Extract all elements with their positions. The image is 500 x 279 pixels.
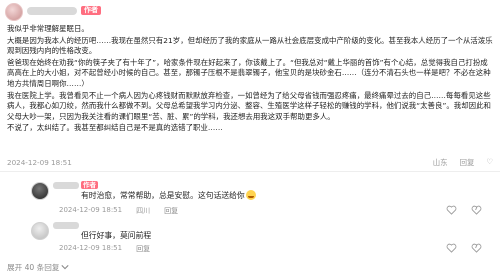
reply-text: 有时治愈，常常帮助，总是安慰。这句话送给你 xyxy=(81,190,256,201)
post-date: 2024-12-09 18:51 xyxy=(7,158,72,167)
reply-button[interactable]: 回复 xyxy=(136,244,150,254)
reply-username-redacted[interactable] xyxy=(53,182,79,189)
post-paragraph: 大概是因为我本人的经历吧……我现在虽然只有21岁，但却经历了我的家庭从一路从社会… xyxy=(7,35,493,56)
avatar[interactable] xyxy=(5,3,23,21)
dislike-icon[interactable] xyxy=(470,204,482,216)
dislike-icon[interactable] xyxy=(470,242,482,254)
reply-author-badge: 作者 xyxy=(81,181,98,189)
post-paragraph: 我在医院上学。我曾看见不止一个病人因为心疼钱财而默默放弃检查，一如曾经为了给父母… xyxy=(7,90,491,121)
reply-avatar[interactable] xyxy=(31,182,49,200)
post-paragraph: 爸爸现在始终在劝我“你的筷子夹了有十年了”，哈家条件现在好起来了，你该戴上了。“… xyxy=(7,57,491,88)
reply-date: 2024-12-09 18:51 xyxy=(59,244,123,252)
post-paragraph: 我似乎非常理解星眠日。 xyxy=(7,24,89,33)
reply-avatar[interactable] xyxy=(31,222,49,240)
divider xyxy=(0,171,500,172)
reply-text-content: 但行好事，莫问前程 xyxy=(81,231,152,240)
reply-date: 2024-12-09 18:51 xyxy=(59,206,123,214)
author-badge: 作者 xyxy=(81,6,101,15)
heart-icon[interactable] xyxy=(445,242,457,254)
reply-actions xyxy=(445,204,482,216)
expand-replies-label: 展开 40 条回复 xyxy=(7,263,60,272)
chevron-down-icon xyxy=(61,263,70,272)
post-reply-button[interactable]: 回复 xyxy=(460,157,475,168)
reply-actions xyxy=(445,242,482,254)
post-actions: 山东 回复 ♡ xyxy=(433,157,493,168)
expand-replies-button[interactable]: 展开 40 条回复 xyxy=(7,262,70,273)
reply-location: 四川 xyxy=(136,207,151,215)
post-like-button[interactable]: ♡ xyxy=(486,157,493,168)
heart-icon[interactable] xyxy=(445,204,457,216)
post-paragraph: 不说了，太纠结了。我甚至都纠结自己是不是真的选错了职业…… xyxy=(7,123,223,133)
post-body: 我似乎非常理解星眠日。 大概是因为我本人的经历吧……我现在虽然只有21岁，但却经… xyxy=(7,24,495,135)
reply-text-content: 有时治愈，常常帮助，总是安慰。这句话送给你 xyxy=(81,191,245,200)
reply-meta: 2024-12-09 18:51 四川 回复 xyxy=(59,206,178,216)
reply-meta: 2024-12-09 18:51 回复 xyxy=(59,244,150,254)
reply-username-redacted[interactable] xyxy=(53,222,79,229)
smile-emoji-icon xyxy=(245,190,256,200)
post-header: 作者 xyxy=(0,0,500,21)
reply-text: 但行好事，莫问前程 xyxy=(81,230,151,241)
post-location: 山东 xyxy=(432,158,448,167)
username-redacted[interactable] xyxy=(27,7,77,15)
reply-button[interactable]: 回复 xyxy=(164,206,178,216)
